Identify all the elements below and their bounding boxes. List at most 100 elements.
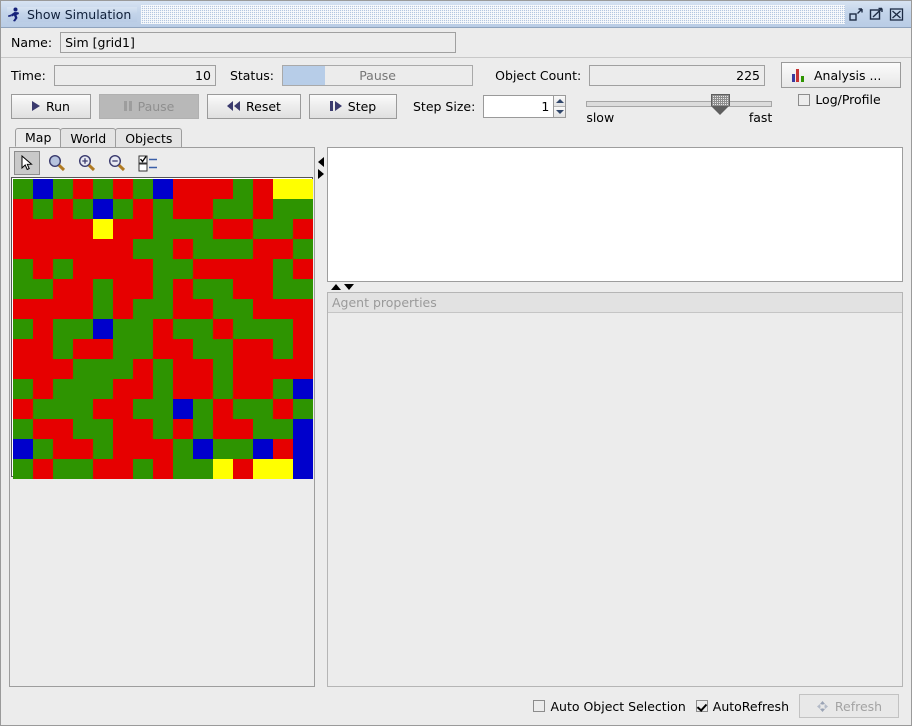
grid-cell[interactable]	[113, 179, 133, 199]
grid-cell[interactable]	[173, 459, 193, 479]
grid-cell[interactable]	[73, 419, 93, 439]
simulation-grid[interactable]	[13, 179, 313, 479]
grid-cell[interactable]	[93, 439, 113, 459]
grid-cell[interactable]	[153, 459, 173, 479]
grid-cell[interactable]	[13, 359, 33, 379]
grid-cell[interactable]	[253, 179, 273, 199]
grid-cell[interactable]	[133, 239, 153, 259]
grid-cell[interactable]	[113, 399, 133, 419]
grid-cell[interactable]	[213, 439, 233, 459]
grid-cell[interactable]	[113, 339, 133, 359]
grid-cell[interactable]	[273, 279, 293, 299]
grid-cell[interactable]	[113, 359, 133, 379]
grid-cell[interactable]	[33, 459, 53, 479]
grid-cell[interactable]	[253, 359, 273, 379]
grid-cell[interactable]	[133, 439, 153, 459]
grid-cell[interactable]	[173, 199, 193, 219]
horizontal-splitter[interactable]	[315, 147, 327, 687]
grid-cell[interactable]	[33, 399, 53, 419]
grid-cell[interactable]	[53, 279, 73, 299]
grid-cell[interactable]	[73, 179, 93, 199]
grid-cell[interactable]	[73, 339, 93, 359]
grid-cell[interactable]	[293, 339, 313, 359]
grid-cell[interactable]	[213, 399, 233, 419]
grid-cell[interactable]	[193, 419, 213, 439]
step-button[interactable]: Step	[309, 93, 397, 119]
grid-cell[interactable]	[273, 439, 293, 459]
grid-cell[interactable]	[153, 399, 173, 419]
grid-cell[interactable]	[113, 259, 133, 279]
grid-cell[interactable]	[53, 319, 73, 339]
grid-cell[interactable]	[33, 259, 53, 279]
grid-cell[interactable]	[73, 439, 93, 459]
grid-cell[interactable]	[193, 459, 213, 479]
grid-cell[interactable]	[233, 379, 253, 399]
grid-cell[interactable]	[253, 399, 273, 419]
grid-cell[interactable]	[33, 179, 53, 199]
grid-cell[interactable]	[13, 419, 33, 439]
grid-cell[interactable]	[13, 439, 33, 459]
splitter-collapse-left-icon[interactable]	[318, 157, 324, 167]
grid-cell[interactable]	[33, 199, 53, 219]
grid-cell[interactable]	[73, 219, 93, 239]
grid-cell[interactable]	[33, 439, 53, 459]
grid-cell[interactable]	[73, 239, 93, 259]
grid-cell[interactable]	[53, 459, 73, 479]
close-icon[interactable]	[889, 7, 904, 22]
grid-cell[interactable]	[213, 179, 233, 199]
grid-cell[interactable]	[253, 299, 273, 319]
grid-cell[interactable]	[173, 179, 193, 199]
grid-cell[interactable]	[133, 219, 153, 239]
splitter-collapse-down-icon[interactable]	[344, 284, 354, 290]
grid-cell[interactable]	[13, 279, 33, 299]
grid-cell[interactable]	[213, 279, 233, 299]
grid-cell[interactable]	[73, 399, 93, 419]
grid-cell[interactable]	[153, 259, 173, 279]
grid-cell[interactable]	[73, 259, 93, 279]
grid-cell[interactable]	[273, 339, 293, 359]
grid-cell[interactable]	[193, 259, 213, 279]
object-list[interactable]	[327, 147, 903, 282]
grid-cell[interactable]	[153, 359, 173, 379]
grid-cell[interactable]	[233, 399, 253, 419]
title-drag-area[interactable]	[141, 4, 845, 24]
grid-cell[interactable]	[293, 319, 313, 339]
grid-cell[interactable]	[153, 439, 173, 459]
splitter-collapse-right-icon[interactable]	[318, 169, 324, 179]
grid-cell[interactable]	[273, 399, 293, 419]
grid-cell[interactable]	[13, 319, 33, 339]
grid-cell[interactable]	[113, 439, 133, 459]
grid-cell[interactable]	[33, 379, 53, 399]
grid-cell[interactable]	[73, 319, 93, 339]
grid-cell[interactable]	[233, 339, 253, 359]
grid-cell[interactable]	[193, 219, 213, 239]
grid-cell[interactable]	[273, 319, 293, 339]
grid-cell[interactable]	[153, 199, 173, 219]
grid-cell[interactable]	[173, 259, 193, 279]
vertical-splitter[interactable]	[327, 282, 903, 292]
run-button[interactable]: Run	[11, 93, 91, 119]
grid-cell[interactable]	[93, 459, 113, 479]
tab-world[interactable]: World	[60, 128, 117, 147]
grid-cell[interactable]	[193, 379, 213, 399]
grid-cell[interactable]	[53, 299, 73, 319]
grid-cell[interactable]	[193, 199, 213, 219]
grid-cell[interactable]	[153, 279, 173, 299]
grid-cell[interactable]	[173, 419, 193, 439]
grid-cell[interactable]	[93, 319, 113, 339]
auto-object-selection-box[interactable]	[533, 700, 546, 712]
grid-cell[interactable]	[113, 459, 133, 479]
auto-refresh-checkbox[interactable]: AutoRefresh	[695, 699, 789, 714]
object-count-input[interactable]: 225	[589, 64, 765, 86]
grid-cell[interactable]	[113, 279, 133, 299]
grid-cell[interactable]	[213, 319, 233, 339]
grid-cell[interactable]	[33, 239, 53, 259]
grid-cell[interactable]	[213, 459, 233, 479]
auto-object-selection-checkbox[interactable]: Auto Object Selection	[533, 699, 686, 714]
grid-cell[interactable]	[13, 399, 33, 419]
grid-cell[interactable]	[133, 419, 153, 439]
grid-cell[interactable]	[233, 239, 253, 259]
grid-cell[interactable]	[133, 339, 153, 359]
grid-cell[interactable]	[273, 459, 293, 479]
grid-cell[interactable]	[133, 319, 153, 339]
